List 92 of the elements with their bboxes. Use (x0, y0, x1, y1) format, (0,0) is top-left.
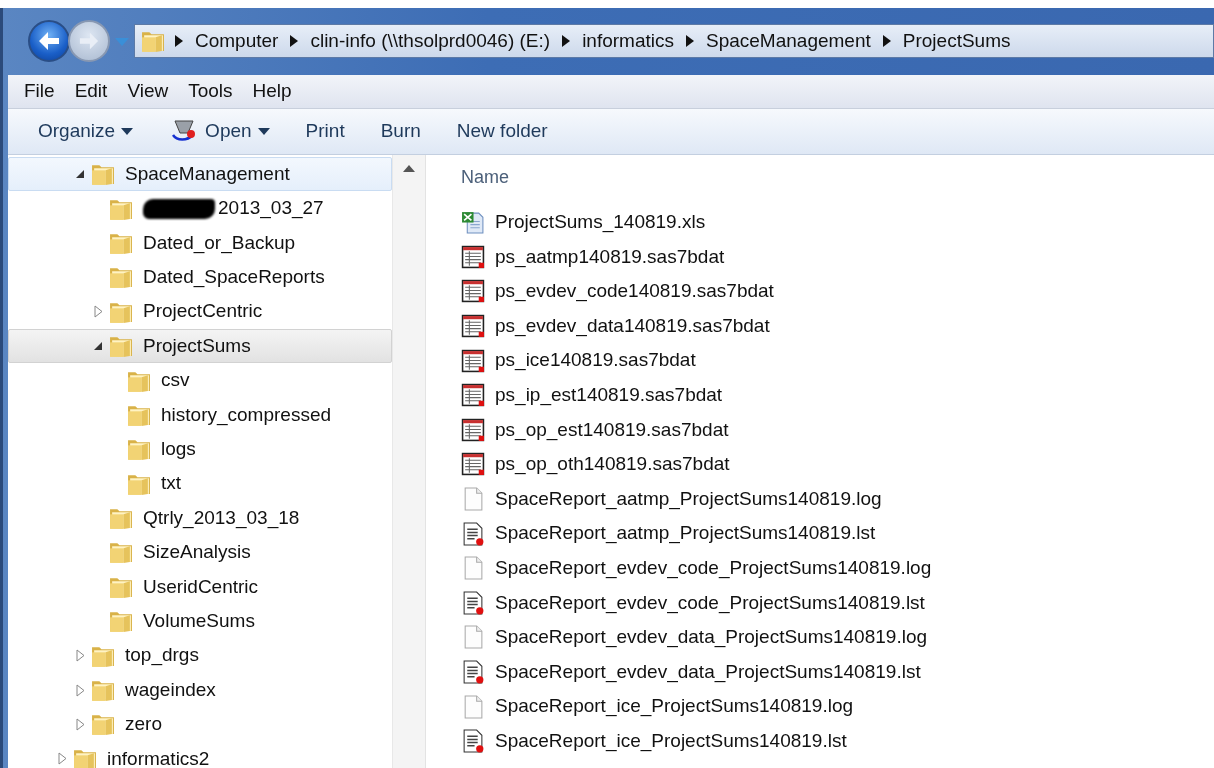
folder-icon (91, 712, 115, 737)
file-list-entry[interactable]: ps_evdev_code140819.sas7bdat (461, 274, 1214, 309)
listing-file-icon (461, 521, 485, 546)
toolbar-button[interactable]: Burn (372, 115, 429, 148)
toolbar-button[interactable]: Print (297, 115, 353, 148)
chevron-icon (686, 35, 694, 48)
file-list-entry[interactable]: ps_aatmp140819.sas7bdat (461, 239, 1214, 275)
menu-item[interactable]: Tools (180, 77, 245, 106)
menu-item[interactable]: View (119, 77, 181, 106)
tree-item[interactable]: top_drgs (8, 638, 392, 673)
file-list-entry[interactable]: SpaceReport_evdev_data_ProjectSums140819.log (461, 620, 1214, 655)
folder-icon (109, 609, 133, 634)
chevron-icon (175, 35, 183, 48)
scroll-up-icon[interactable] (403, 164, 415, 172)
tree-item[interactable]: Dated_SpaceReports (8, 260, 392, 295)
folder-icon (91, 162, 115, 187)
tree-item[interactable]: ProjectCentric (8, 294, 392, 329)
data-table-file-icon (461, 279, 485, 304)
tree-item[interactable]: Dated_or_Backup (8, 225, 392, 261)
expand-arrow-icon[interactable] (75, 649, 85, 663)
dropdown-arrow-icon (115, 38, 129, 47)
breadcrumb[interactable]: Computer (193, 27, 281, 56)
folder-icon (141, 29, 165, 54)
listing-file-icon (461, 660, 485, 684)
breadcrumb[interactable]: ProjectSums (900, 27, 1013, 56)
expand-arrow-icon[interactable] (75, 717, 85, 731)
caret-icon (257, 127, 270, 135)
menu-item[interactable]: Help (244, 77, 304, 106)
file-list-entry[interactable]: SpaceReport_evdev_data_ProjectSums140819.lst (461, 654, 1214, 690)
file-list-entry[interactable]: ps_evdev_data140819.sas7bdat (461, 308, 1214, 344)
file-list-entry[interactable]: ProjectSums_140819.xls (461, 204, 1214, 240)
data-table-file-icon (461, 244, 485, 269)
data-table-file-icon (461, 452, 485, 477)
listing-file-icon (461, 590, 485, 615)
collapse-arrow-icon[interactable] (93, 341, 103, 352)
breadcrumb[interactable]: SpaceManagement (704, 27, 873, 56)
folder-icon (109, 506, 133, 531)
folder-icon (109, 334, 133, 359)
toolbar-button[interactable]: Organize (30, 115, 142, 148)
tree-item[interactable]: wageindex (8, 672, 392, 708)
listing-file-icon (461, 729, 485, 754)
expand-arrow-icon[interactable] (57, 752, 67, 766)
chevron-icon (562, 35, 571, 48)
file-list-entry[interactable]: SpaceReport_ice_ProjectSums140819.lst (461, 723, 1214, 759)
file-list-entry[interactable]: SpaceReport_aatmp_ProjectSums140819.log (461, 481, 1214, 517)
file-list-entry[interactable]: ps_op_est140819.sas7bdat (461, 412, 1214, 448)
forward-button[interactable] (68, 20, 110, 63)
tree-item[interactable]: ProjectSums (8, 328, 392, 364)
tree-item[interactable]: logs (8, 432, 392, 467)
expand-arrow-icon[interactable] (75, 683, 85, 697)
toolbar-button[interactable]: New folder (448, 115, 556, 148)
tree-item[interactable]: VolumeSums (8, 604, 392, 639)
tree-item[interactable]: Qtrly_2013_03_18 (8, 500, 392, 536)
tree-item[interactable]: zero (8, 707, 392, 742)
file-list-entry[interactable]: ps_ice140819.sas7bdat (461, 343, 1214, 378)
file-list-entry[interactable]: SpaceReport_ice_ProjectSums140819.log (461, 689, 1214, 724)
tree-item[interactable]: informatics2 (8, 741, 392, 768)
column-header[interactable]: Name (461, 154, 509, 205)
tree-item[interactable]: SizeAnalysis (8, 535, 392, 570)
data-table-file-icon (461, 348, 485, 373)
menu-item[interactable]: File (16, 77, 67, 106)
folder-icon (109, 540, 133, 565)
tree-item[interactable]: history_compressed (8, 397, 392, 433)
folder-icon (91, 678, 115, 702)
file-list-entry[interactable]: SpaceReport_aatmp_ProjectSums140819.lst (461, 516, 1214, 551)
data-table-file-icon (461, 417, 485, 442)
tree-item[interactable]: csv (8, 363, 392, 398)
tree-item[interactable]: UseridCentric (8, 569, 392, 605)
file-list-entry[interactable]: ps_ip_est140819.sas7bdat (461, 377, 1214, 413)
collapse-arrow-icon[interactable] (75, 169, 85, 180)
tree-item[interactable]: txt (8, 466, 392, 501)
file-list-entry[interactable]: ps_op_oth140819.sas7bdat (461, 447, 1214, 482)
folder-icon (127, 437, 151, 462)
breadcrumb[interactable]: informatics (580, 27, 676, 56)
back-button[interactable] (28, 20, 70, 63)
tree-item[interactable]: 2013_03_27 (8, 191, 392, 226)
toolbar-button[interactable]: Open (161, 115, 278, 148)
chevron-icon (882, 35, 891, 48)
spreadsheet-file-icon (461, 210, 485, 235)
tree-item[interactable]: SpaceManagement (8, 156, 392, 192)
data-table-file-icon (461, 314, 485, 339)
forward-arrow-icon (78, 31, 100, 52)
file-list-entry[interactable]: SpaceReport_evdev_code_ProjectSums140819.lst (461, 585, 1214, 621)
address-bar[interactable]: Computer clin-info (\\thsolprd0046) (E:) informatics SpaceManagement ProjectSums (134, 24, 1214, 59)
chevron-icon (290, 35, 299, 48)
breadcrumb[interactable]: clin-info (\\thsolprd0046) (E:) (308, 27, 553, 56)
file-list-entry[interactable]: SpaceReport_evdev_code_ProjectSums140819.log (461, 550, 1214, 586)
folder-icon (109, 265, 133, 290)
caret-icon (121, 127, 134, 135)
menu-item[interactable]: Edit (66, 77, 120, 106)
expand-arrow-icon[interactable] (93, 305, 103, 319)
data-table-file-icon (461, 383, 485, 408)
